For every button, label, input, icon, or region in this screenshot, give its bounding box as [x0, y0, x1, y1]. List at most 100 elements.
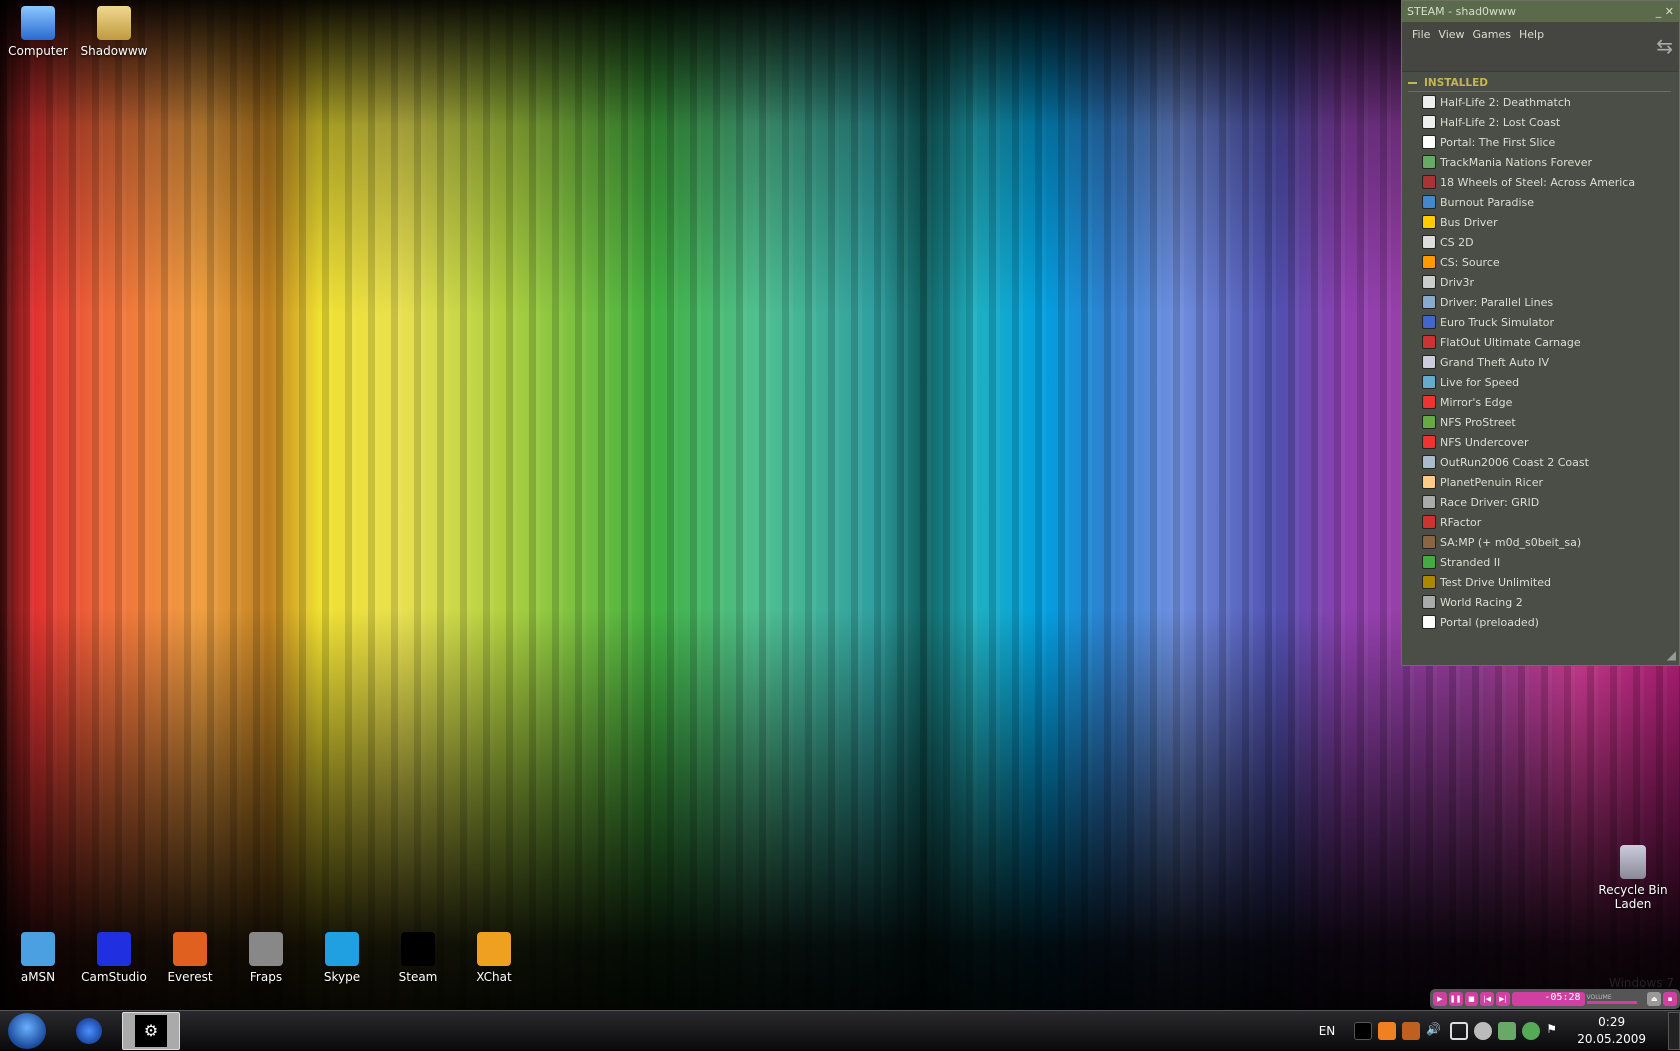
amsn-icon: [21, 932, 55, 966]
game-item[interactable]: Grand Theft Auto IV: [1402, 352, 1679, 372]
desktop-icon-skype[interactable]: Skype: [304, 932, 380, 984]
desktop-icon-shadowww[interactable]: Shadowww: [76, 6, 152, 58]
skype-icon: [325, 932, 359, 966]
game-item[interactable]: Euro Truck Simulator: [1402, 312, 1679, 332]
game-title: NFS Undercover: [1440, 435, 1529, 449]
window-title: STEAM - shad0www: [1407, 5, 1517, 18]
clock-time: 0:29: [1598, 1015, 1626, 1029]
game-icon: [1422, 415, 1436, 429]
game-item[interactable]: Stranded II: [1402, 552, 1679, 572]
usb-safe-remove-icon[interactable]: [1498, 1022, 1517, 1040]
camstudio-icon: [97, 932, 131, 966]
icon-label: Laden: [1614, 897, 1652, 911]
fraps-icon: [249, 932, 283, 966]
game-title: OutRun2006 Coast 2 Coast: [1440, 455, 1589, 469]
game-item[interactable]: Portal: The First Slice: [1402, 132, 1679, 152]
game-item[interactable]: Test Drive Unlimited: [1402, 572, 1679, 592]
desktop-icon-fraps[interactable]: Fraps: [228, 932, 304, 984]
game-item[interactable]: FlatOut Ultimate Carnage: [1402, 332, 1679, 352]
icon-label: Computer: [8, 44, 68, 58]
next-button[interactable]: ▶|: [1496, 992, 1510, 1006]
game-item[interactable]: Half-Life 2: Deathmatch: [1402, 92, 1679, 112]
game-item[interactable]: SA:MP (+ m0d_s0beit_sa): [1402, 532, 1679, 552]
menu-file[interactable]: File: [1412, 28, 1430, 65]
media-player-tray-icon[interactable]: [1378, 1022, 1397, 1040]
game-item[interactable]: Burnout Paradise: [1402, 192, 1679, 212]
clock[interactable]: 0:29 20.05.2009: [1577, 1014, 1646, 1048]
game-item[interactable]: RFactor: [1402, 512, 1679, 532]
game-item[interactable]: NFS Undercover: [1402, 432, 1679, 452]
back-forward-arrows-icon[interactable]: ⇆: [1656, 34, 1673, 58]
network-icon[interactable]: [1450, 1022, 1469, 1040]
game-item[interactable]: Bus Driver: [1402, 212, 1679, 232]
game-item[interactable]: Driv3r: [1402, 272, 1679, 292]
game-item[interactable]: PlanetPenuin Ricer: [1402, 472, 1679, 492]
desktop-icon-recycle-bin[interactable]: Recycle Bin Laden: [1595, 845, 1671, 911]
game-item[interactable]: Half-Life 2: Lost Coast: [1402, 112, 1679, 132]
desktop-icon-steam[interactable]: Steam: [380, 932, 456, 984]
language-indicator[interactable]: EN: [1319, 1024, 1336, 1038]
show-desktop-button[interactable]: [1668, 1012, 1680, 1050]
game-icon: [1422, 275, 1436, 289]
media-player: ▶ ❚❚ ■ |◀ ▶| -05:28 VOLUME ⏏ ▪: [1430, 989, 1680, 1009]
game-title: Half-Life 2: Lost Coast: [1440, 115, 1561, 129]
desktop-icon-camstudio[interactable]: CamStudio: [76, 932, 152, 984]
game-item[interactable]: Portal (preloaded): [1402, 612, 1679, 632]
game-item[interactable]: Race Driver: GRID: [1402, 492, 1679, 512]
desktop-icon-everest[interactable]: Everest: [152, 932, 228, 984]
game-item[interactable]: CS: Source: [1402, 252, 1679, 272]
resize-grip-icon[interactable]: ◢: [1667, 648, 1676, 662]
minimize-button[interactable]: _: [1656, 5, 1662, 18]
game-icon: [1422, 255, 1436, 269]
volume-icon[interactable]: 🔊: [1426, 1022, 1444, 1040]
game-item[interactable]: Live for Speed: [1402, 372, 1679, 392]
msn-tray-icon[interactable]: [1522, 1022, 1541, 1040]
game-item[interactable]: NFS ProStreet: [1402, 412, 1679, 432]
game-item[interactable]: CS 2D: [1402, 232, 1679, 252]
desktop-icon-xchat[interactable]: XChat: [456, 932, 532, 984]
menu-bar: File View Games Help ⇆: [1402, 22, 1679, 72]
game-title: Live for Speed: [1440, 375, 1520, 389]
game-icon: [1422, 555, 1436, 569]
menu-games[interactable]: Games: [1473, 28, 1511, 65]
game-item[interactable]: 18 Wheels of Steel: Across America: [1402, 172, 1679, 192]
game-title: Portal: The First Slice: [1440, 135, 1556, 149]
pause-button[interactable]: ❚❚: [1448, 992, 1463, 1006]
time-display: -05:28: [1511, 992, 1585, 1006]
close-button[interactable]: ✕: [1665, 5, 1674, 18]
desktop-icon-computer[interactable]: Computer: [0, 6, 76, 58]
game-item[interactable]: TrackMania Nations Forever: [1402, 152, 1679, 172]
menu-button[interactable]: ▪: [1663, 992, 1677, 1006]
game-title: Grand Theft Auto IV: [1440, 355, 1549, 369]
title-bar: STEAM - shad0www _ ✕: [1402, 1, 1679, 22]
section-installed[interactable]: INSTALLED: [1408, 77, 1671, 92]
eject-button[interactable]: ⏏: [1647, 992, 1662, 1006]
game-title: FlatOut Ultimate Carnage: [1440, 335, 1581, 349]
prev-button[interactable]: |◀: [1480, 992, 1494, 1006]
game-item[interactable]: Driver: Parallel Lines: [1402, 292, 1679, 312]
taskbar: ⚙ EN 🔊 ⚑ 0:29 20.05.2009: [0, 1010, 1680, 1050]
start-button[interactable]: [8, 1013, 46, 1049]
desktop-icon-amsn[interactable]: aMSN: [0, 932, 76, 984]
volume-slider[interactable]: [1586, 1001, 1637, 1004]
action-center-flag-icon[interactable]: ⚑: [1546, 1022, 1564, 1040]
menu-help[interactable]: Help: [1519, 28, 1544, 65]
game-item[interactable]: Mirror's Edge: [1402, 392, 1679, 412]
folder-icon: [97, 6, 131, 40]
volume-control[interactable]: VOLUME: [1586, 994, 1646, 1004]
steam-tray-icon[interactable]: [1354, 1022, 1373, 1040]
stop-button[interactable]: ■: [1464, 992, 1479, 1006]
menu-view[interactable]: View: [1438, 28, 1464, 65]
skype-tray-icon[interactable]: [1474, 1022, 1493, 1040]
game-title: Stranded II: [1440, 555, 1501, 569]
game-icon: [1422, 155, 1436, 169]
game-icon: [1422, 295, 1436, 309]
game-item[interactable]: World Racing 2: [1402, 592, 1679, 612]
game-item[interactable]: OutRun2006 Coast 2 Coast: [1402, 452, 1679, 472]
cpu-meter-tray-icon[interactable]: [1402, 1022, 1421, 1040]
game-title: Driv3r: [1440, 275, 1475, 289]
play-button[interactable]: ▶: [1433, 992, 1447, 1006]
recycle-bin-icon: [1620, 845, 1646, 879]
taskbar-app-browser[interactable]: [70, 1012, 108, 1050]
taskbar-app-steam[interactable]: ⚙: [122, 1012, 180, 1050]
